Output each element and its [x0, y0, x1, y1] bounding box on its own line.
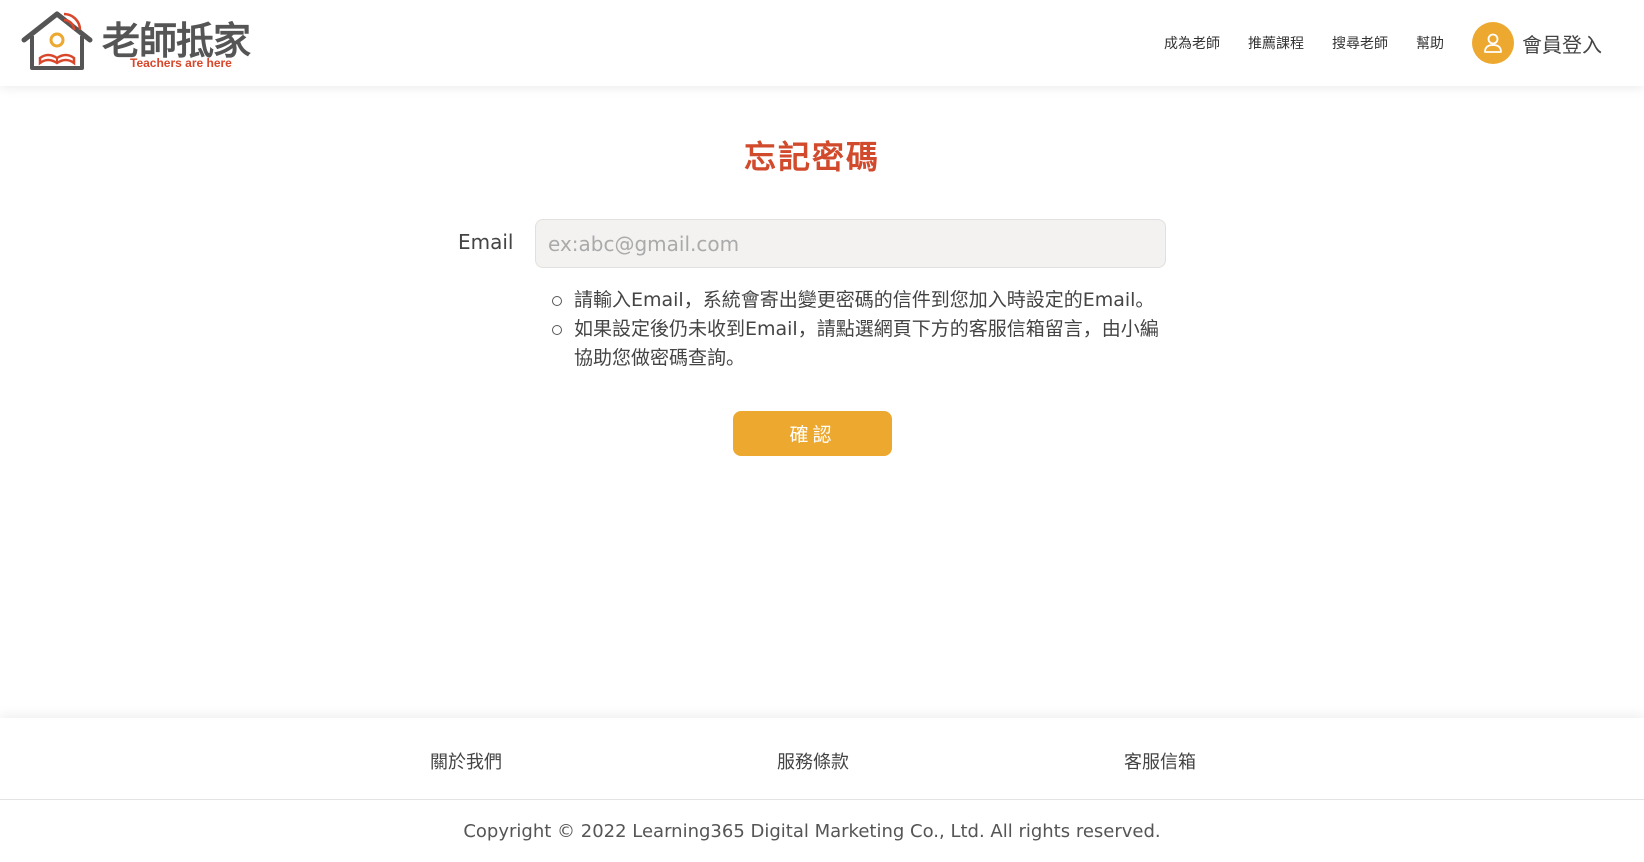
confirm-button[interactable]: 確認: [733, 411, 892, 456]
footer-link-support-mail[interactable]: 客服信箱: [1124, 748, 1196, 774]
brand-subtitle: Teachers are here: [130, 56, 232, 70]
nav-recommended-courses[interactable]: 推薦課程: [1248, 33, 1304, 53]
circle-bullet-icon: [552, 296, 562, 306]
house-book-logo-icon: [21, 11, 93, 70]
nav-search-teacher[interactable]: 搜尋老師: [1332, 33, 1388, 53]
footer-links: 關於我們 服務條款 客服信箱: [0, 718, 1644, 800]
nav-help[interactable]: 幫助: [1416, 33, 1444, 53]
circle-bullet-icon: [552, 325, 562, 335]
instruction-text: 請輸入Email，系統會寄出變更密碼的信件到您加入時設定的Email。: [574, 289, 1155, 311]
login-label: 會員登入: [1522, 32, 1602, 57]
main-nav: 成為老師 推薦課程 搜尋老師 幫助 會員登入: [1164, 0, 1644, 86]
instruction-text: 如果設定後仍未收到Email，請點選網頁下方的客服信箱留言，由小編協助您做密碼查…: [574, 318, 1159, 369]
site-footer: 關於我們 服務條款 客服信箱 Copyright © 2022 Learning…: [0, 718, 1644, 862]
instruction-item: 如果設定後仍未收到Email，請點選網頁下方的客服信箱留言，由小編協助您做密碼查…: [550, 315, 1170, 373]
member-login-button[interactable]: 會員登入: [1472, 22, 1602, 64]
copyright-text: Copyright © 2022 Learning365 Digital Mar…: [463, 821, 1161, 842]
footer-link-terms[interactable]: 服務條款: [777, 748, 849, 774]
footer-link-about[interactable]: 關於我們: [430, 748, 502, 774]
email-label: Email: [458, 230, 514, 254]
instruction-item: 請輸入Email，系統會寄出變更密碼的信件到您加入時設定的Email。: [550, 286, 1170, 315]
site-logo[interactable]: 老師抵家 Teachers are here: [20, 10, 270, 74]
site-header: 老師抵家 Teachers are here 成為老師 推薦課程 搜尋老師 幫助…: [0, 0, 1644, 86]
page-title: 忘記密碼: [743, 138, 880, 176]
instruction-list: 請輸入Email，系統會寄出變更密碼的信件到您加入時設定的Email。 如果設定…: [550, 286, 1170, 373]
email-input[interactable]: [535, 219, 1166, 268]
nav-become-teacher[interactable]: 成為老師: [1164, 33, 1220, 53]
user-icon: [1472, 22, 1514, 64]
